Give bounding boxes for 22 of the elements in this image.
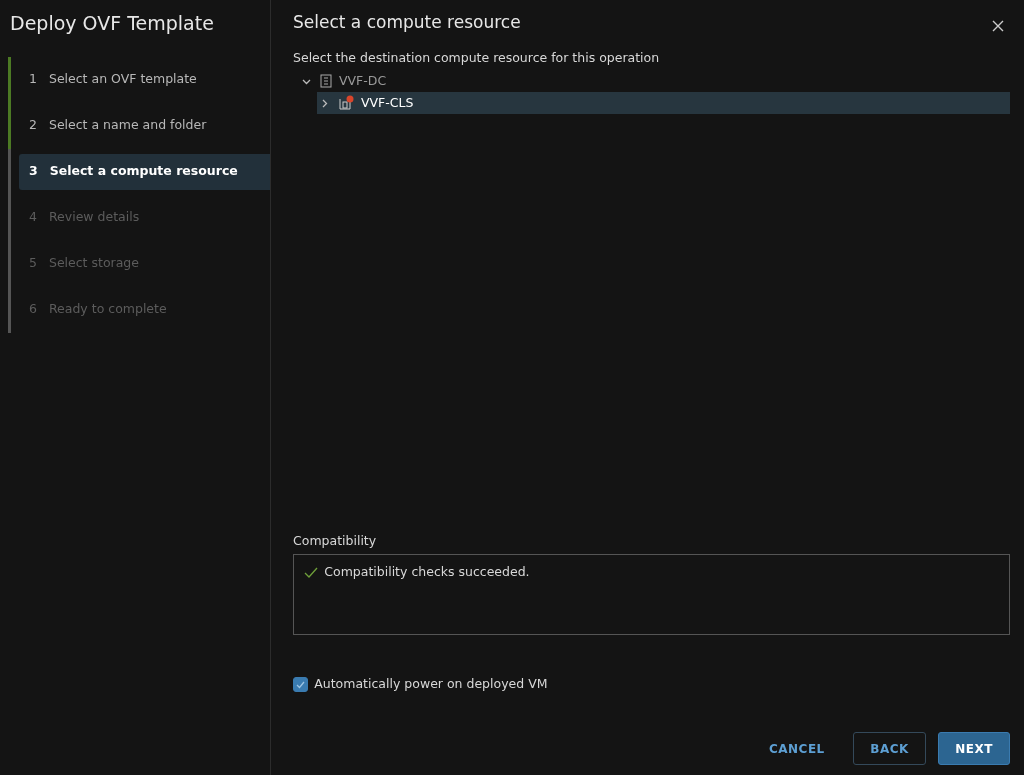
wizard-title: Deploy OVF Template — [9, 11, 215, 35]
node-label: VVF-DC — [339, 72, 387, 90]
checkbox[interactable] — [293, 677, 308, 693]
wizard-step: 5 Select storage — [19, 245, 270, 282]
page-title: Select a compute resource — [293, 12, 521, 33]
node-label: VVF-CLS — [361, 94, 414, 112]
wizard-step: 6 Ready to complete — [19, 291, 270, 328]
checkbox-label: Automatically power on deployed VM — [314, 675, 548, 694]
compatibility-label: Compatibility — [293, 532, 378, 551]
next-button[interactable]: NEXT — [938, 732, 1010, 765]
wizard-step[interactable]: 1 Select an OVF template — [19, 61, 270, 98]
check-icon — [296, 680, 305, 689]
wizard-step[interactable]: 3 Select a compute resource — [19, 153, 270, 190]
wizard-step[interactable]: 2 Select a name and folder — [19, 107, 270, 144]
tree-node[interactable]: VVF-DC — [299, 70, 1010, 93]
instruction-text: Select the destination compute resource for this operation — [293, 48, 661, 67]
back-button[interactable]: BACK — [853, 732, 926, 765]
cancel-button[interactable]: CANCEL — [752, 732, 841, 765]
building-icon — [319, 74, 333, 89]
compatibility-message: Compatibility checks succeeded. — [324, 563, 530, 582]
wizard-step: 4 Review details — [19, 199, 270, 236]
tree-node[interactable]: VVF-CLS — [317, 92, 1010, 115]
